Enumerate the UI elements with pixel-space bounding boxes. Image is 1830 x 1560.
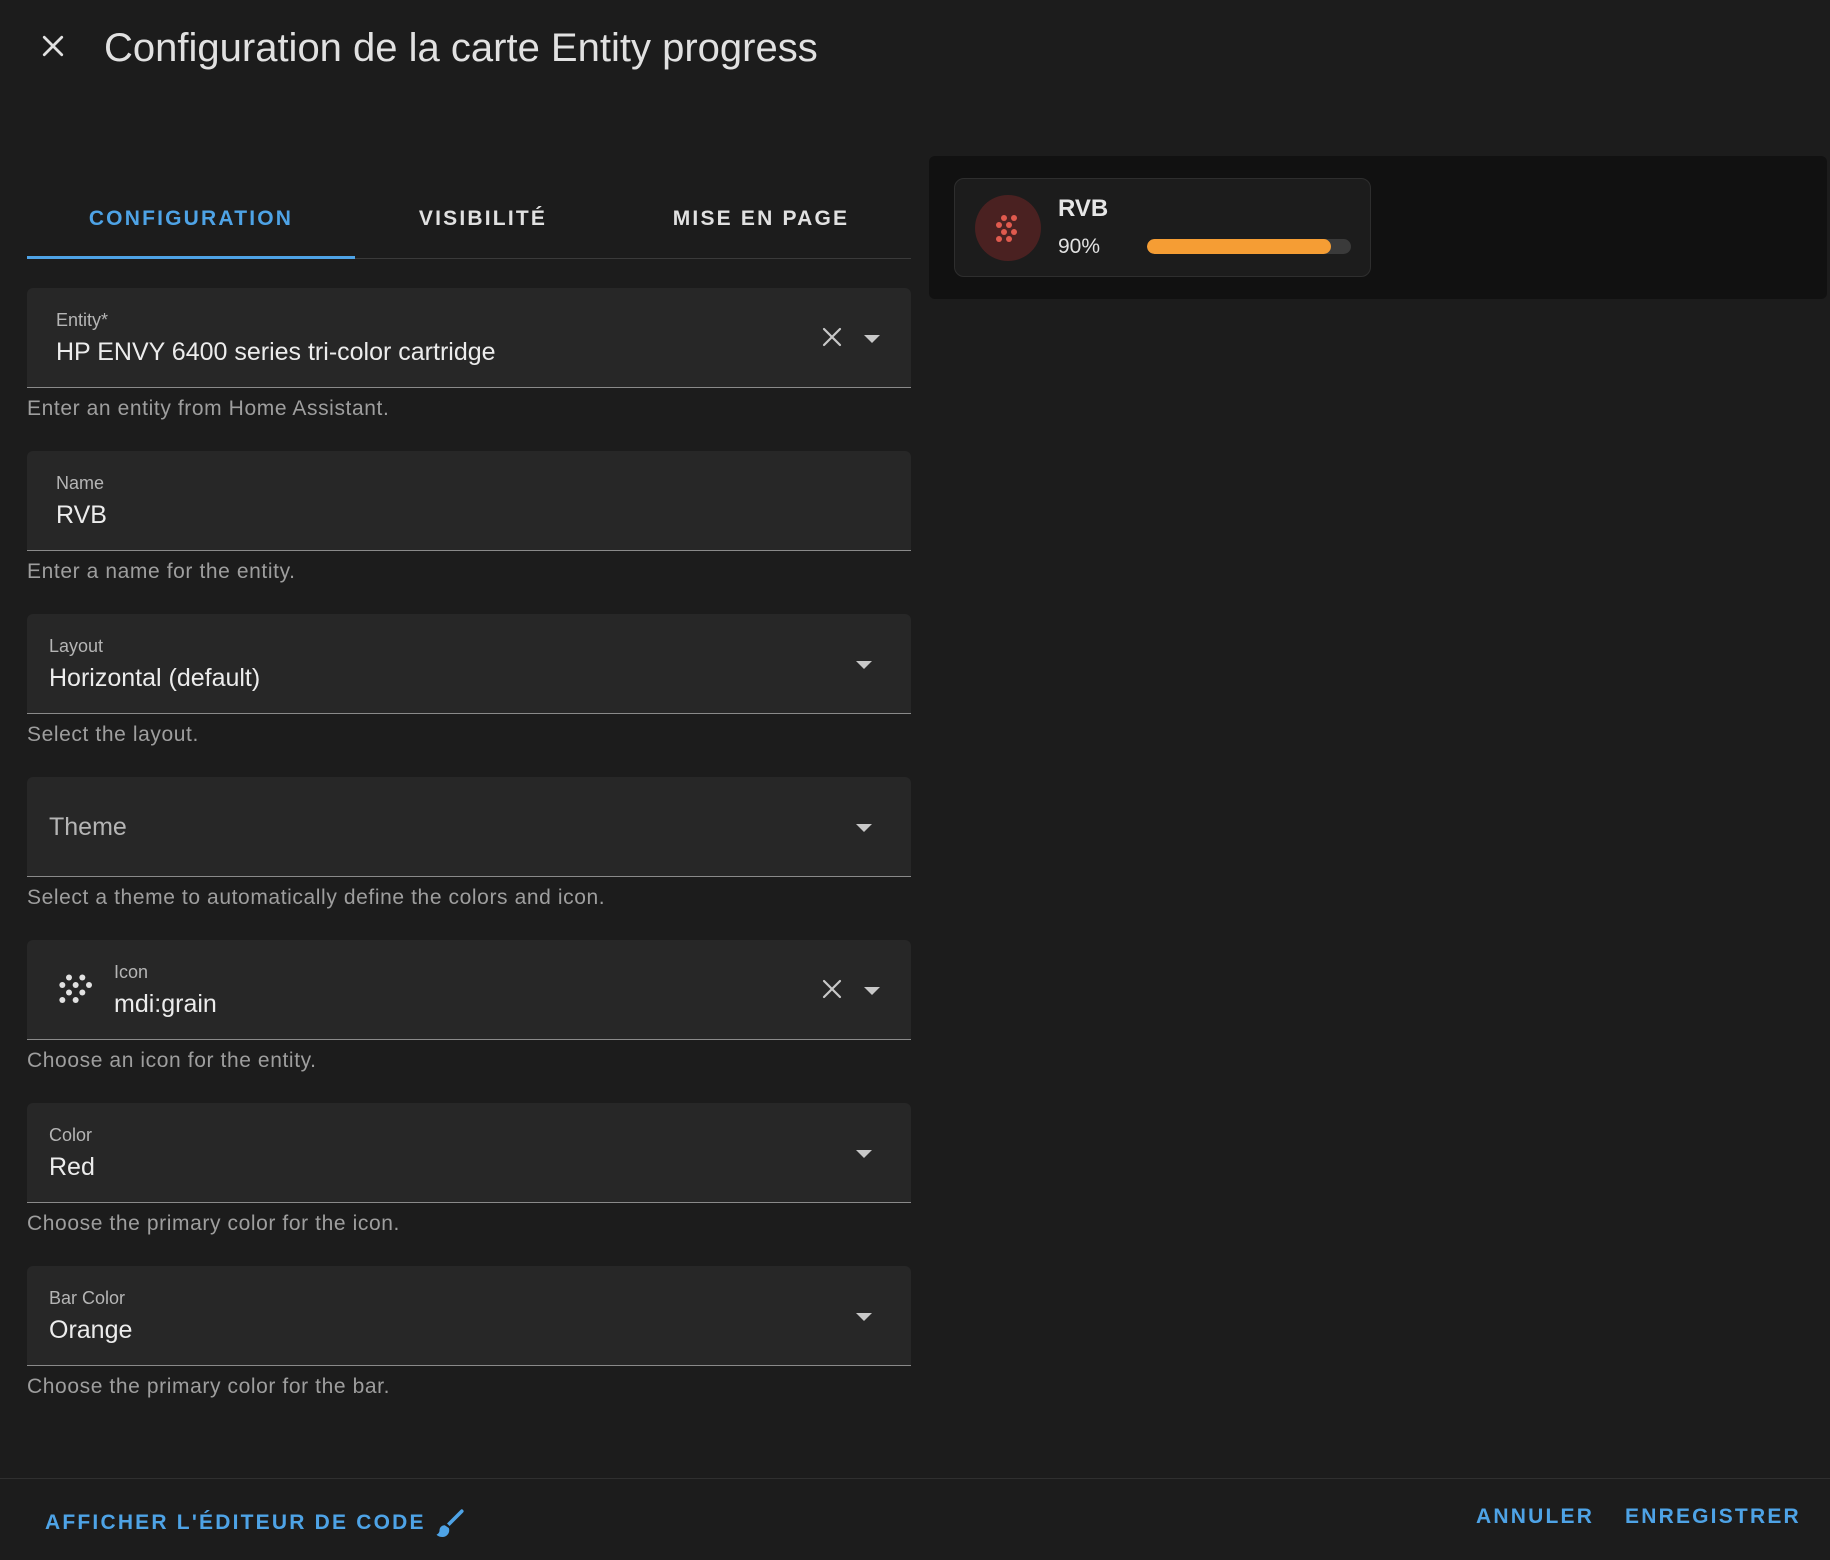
entity-helper: Enter an entity from Home Assistant.: [27, 397, 390, 420]
tab-layout[interactable]: MISE EN PAGE: [611, 180, 911, 258]
cancel-button[interactable]: ANNULER: [1476, 1505, 1594, 1529]
progress-bar: [1147, 239, 1351, 254]
layout-value: Horizontal (default): [49, 664, 261, 692]
color-label: Color: [49, 1125, 93, 1145]
name-label: Name: [56, 473, 105, 493]
grain-icon: [996, 215, 1017, 242]
icon-label: Icon: [114, 962, 149, 982]
entity-label: Entity*: [56, 310, 109, 330]
card-preview-area: RVB 90%: [929, 156, 1827, 299]
tab-visibility[interactable]: VISIBILITÉ: [355, 180, 611, 258]
name-helper: Enter a name for the entity.: [27, 560, 296, 583]
icon-dropdown-button[interactable]: [857, 976, 887, 1006]
chevron-down-icon: [856, 661, 872, 669]
icon-picker[interactable]: Icon mdi:grain: [27, 940, 911, 1040]
dialog-title: Configuration de la carte Entity progres…: [104, 26, 818, 70]
bar-color-value: Orange: [49, 1316, 133, 1344]
tab-bar: CONFIGURATION VISIBILITÉ MISE EN PAGE: [27, 180, 911, 259]
icon-value: mdi:grain: [114, 990, 217, 1018]
card-name: RVB: [1058, 195, 1109, 222]
theme-select[interactable]: Theme: [27, 777, 911, 877]
bar-color-select[interactable]: Bar Color Orange: [27, 1266, 911, 1366]
name-value: RVB: [56, 501, 107, 529]
color-select[interactable]: Color Red: [27, 1103, 911, 1203]
bar-color-label: Bar Color: [49, 1288, 126, 1308]
tab-configuration[interactable]: CONFIGURATION: [27, 180, 355, 259]
progress-bar-fill: [1147, 239, 1331, 254]
chevron-down-icon: [864, 987, 880, 995]
card-percentage: 90%: [1058, 235, 1101, 258]
icon-helper: Choose an icon for the entity.: [27, 1049, 317, 1072]
chevron-down-icon: [864, 335, 880, 343]
entity-dropdown-button[interactable]: [857, 324, 887, 354]
layout-dropdown-button[interactable]: [849, 650, 879, 680]
entity-value: HP ENVY 6400 series tri-color cartridge: [56, 338, 496, 366]
dialog-header: Configuration de la carte Entity progres…: [0, 0, 1830, 96]
layout-label: Layout: [49, 636, 104, 656]
layout-select[interactable]: Layout Horizontal (default): [27, 614, 911, 714]
name-field[interactable]: Name RVB: [27, 451, 911, 551]
grain-icon: [59, 974, 92, 1003]
brush-icon: [436, 1509, 464, 1537]
layout-helper: Select the layout.: [27, 723, 199, 746]
close-button[interactable]: [30, 23, 76, 69]
card-config-dialog: Configuration de la carte Entity progres…: [0, 0, 1830, 1560]
entity-picker[interactable]: Entity* HP ENVY 6400 series tri-color ca…: [27, 288, 911, 388]
color-value: Red: [49, 1153, 95, 1181]
theme-label: Theme: [49, 813, 127, 841]
chevron-down-icon: [856, 824, 872, 832]
theme-helper: Select a theme to automatically define t…: [27, 886, 606, 909]
entity-progress-card[interactable]: RVB 90%: [954, 178, 1371, 277]
dialog-footer: AFFICHER L'ÉDITEUR DE CODE ANNULER ENREG…: [0, 1478, 1830, 1560]
chevron-down-icon: [856, 1313, 872, 1321]
color-helper: Choose the primary color for the icon.: [27, 1212, 400, 1235]
close-icon: [42, 35, 64, 57]
close-icon: [822, 979, 842, 999]
icon-clear-button[interactable]: [817, 974, 847, 1004]
entity-clear-button[interactable]: [817, 322, 847, 352]
bar-color-dropdown-button[interactable]: [849, 1302, 879, 1332]
color-dropdown-button[interactable]: [849, 1139, 879, 1169]
close-icon: [822, 327, 842, 347]
show-code-editor-label: AFFICHER L'ÉDITEUR DE CODE: [45, 1511, 426, 1534]
card-icon-badge: [975, 195, 1041, 261]
show-code-editor-button[interactable]: AFFICHER L'ÉDITEUR DE CODE: [45, 1505, 468, 1541]
bar-color-helper: Choose the primary color for the bar.: [27, 1375, 391, 1398]
save-button[interactable]: ENREGISTRER: [1625, 1505, 1801, 1529]
theme-dropdown-button[interactable]: [849, 813, 879, 843]
chevron-down-icon: [856, 1150, 872, 1158]
